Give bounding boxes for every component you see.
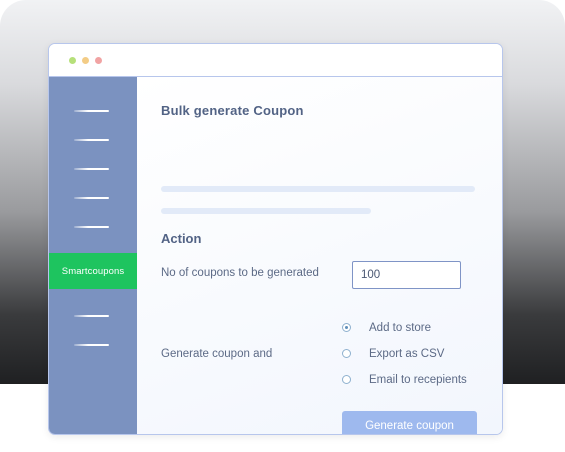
page-title: Bulk generate Coupon (161, 103, 304, 118)
sidebar-item-placeholder[interactable] (74, 315, 109, 317)
sidebar-item-placeholder[interactable] (74, 168, 109, 170)
window-dot-yellow-icon[interactable] (82, 57, 89, 64)
sidebar: Smartcoupons (49, 77, 137, 434)
window-dot-green-icon[interactable] (69, 57, 76, 64)
generate-action-label: Generate coupon and (161, 348, 273, 360)
email-recipients-radio[interactable] (342, 375, 351, 384)
export-csv-label[interactable]: Export as CSV (369, 348, 444, 360)
main-content: Bulk generate Coupon Action No of coupon… (137, 77, 502, 434)
window-titlebar (49, 44, 502, 77)
app-window: Smartcoupons Bulk generate Coupon Action… (48, 43, 503, 435)
sidebar-item-placeholder[interactable] (74, 110, 109, 112)
window-dot-red-icon[interactable] (95, 57, 102, 64)
coupons-count-label: No of coupons to be generated (161, 267, 319, 279)
sidebar-item-placeholder[interactable] (74, 197, 109, 199)
coupons-count-input[interactable] (352, 261, 461, 289)
export-csv-radio[interactable] (342, 349, 351, 358)
sidebar-item-placeholder[interactable] (74, 139, 109, 141)
placeholder-text-line (161, 208, 371, 214)
sidebar-item-placeholder[interactable] (74, 226, 109, 228)
generate-coupon-button[interactable]: Generate coupon (342, 411, 477, 434)
add-to-store-label[interactable]: Add to store (369, 322, 431, 334)
email-recipients-label[interactable]: Email to recepients (369, 374, 467, 386)
sidebar-item-smartcoupons[interactable]: Smartcoupons (49, 253, 137, 289)
section-title: Action (161, 231, 202, 246)
add-to-store-radio[interactable] (342, 323, 351, 332)
placeholder-text-line (161, 186, 475, 192)
sidebar-item-placeholder[interactable] (74, 344, 109, 346)
